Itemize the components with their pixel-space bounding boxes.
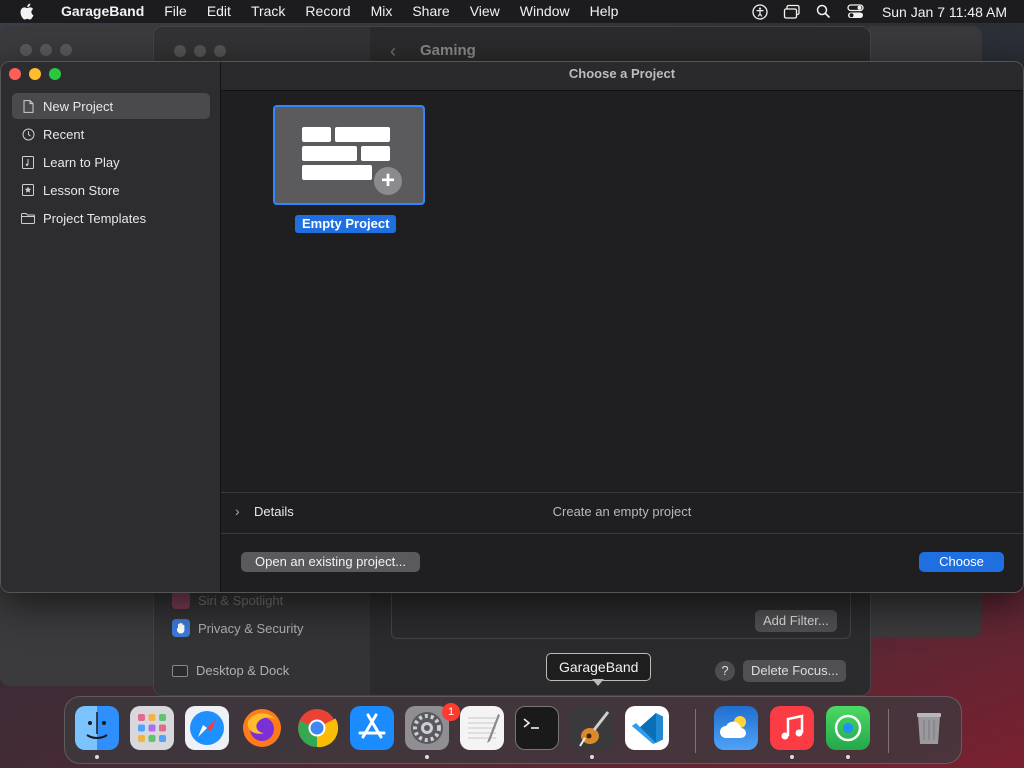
safari-icon[interactable]: [185, 706, 229, 750]
settings-item-privacy[interactable]: Privacy & Security: [172, 619, 303, 637]
sidebar-item-label: Recent: [43, 126, 85, 142]
traffic-light-maximize: [60, 44, 72, 56]
music-note-icon: [21, 155, 35, 169]
tile-graphic: [302, 146, 357, 161]
clock-icon: [21, 127, 35, 141]
siri-icon: [172, 591, 190, 609]
project-chooser-window: New Project Recent Learn to Play Lesson …: [0, 61, 1024, 593]
sidebar-item-label: Project Templates: [43, 210, 147, 226]
hand-icon: [172, 619, 190, 637]
empty-project-tile[interactable]: +: [273, 105, 425, 205]
menu-help[interactable]: Help: [580, 0, 629, 23]
help-button[interactable]: ?: [715, 661, 735, 681]
dock-tooltip: GarageBand: [546, 653, 652, 681]
settings-item-siri[interactable]: Siri & Spotlight: [172, 591, 283, 609]
window-title: Choose a Project: [221, 62, 1023, 91]
folder-icon: [21, 211, 35, 225]
garageband-icon[interactable]: [570, 706, 614, 750]
running-indicator: [846, 755, 850, 759]
sidebar-item-label: Lesson Store: [43, 182, 120, 198]
dock: 1: [64, 696, 962, 764]
running-indicator: [790, 755, 794, 759]
terminal-icon[interactable]: [515, 706, 559, 750]
settings-item-desktop-dock[interactable]: Desktop & Dock: [172, 663, 289, 678]
menu-mix[interactable]: Mix: [361, 0, 403, 23]
running-indicator: [590, 755, 594, 759]
traffic-light-close: [20, 44, 32, 56]
add-filter-button[interactable]: Add Filter...: [755, 610, 837, 632]
settings-item-label: Siri & Spotlight: [198, 592, 284, 608]
sidebar-item-label: New Project: [43, 98, 114, 114]
tile-graphic: [302, 165, 372, 180]
tooltip-arrow: [592, 679, 604, 686]
window-zoom-button[interactable]: [49, 68, 61, 80]
weather-icon[interactable]: [714, 706, 758, 750]
delete-focus-button[interactable]: Delete Focus...: [743, 660, 847, 682]
menu-file[interactable]: File: [154, 0, 197, 23]
settings-item-label: Privacy & Security: [198, 620, 304, 636]
finder-icon[interactable]: [75, 706, 119, 750]
document-icon: [21, 99, 35, 113]
app-store-icon[interactable]: [350, 706, 394, 750]
menu-edit[interactable]: Edit: [197, 0, 241, 23]
choose-button[interactable]: Choose: [919, 552, 1004, 572]
menu-track[interactable]: Track: [241, 0, 295, 23]
details-bar: › Details Create an empty project: [221, 492, 1023, 534]
menu-view[interactable]: View: [460, 0, 510, 23]
search-icon[interactable]: [815, 3, 833, 21]
open-existing-project-button[interactable]: Open an existing project...: [241, 552, 421, 572]
desktop-dock-icon: [172, 664, 188, 677]
traffic-light-minimize: [40, 44, 52, 56]
textedit-icon[interactable]: [460, 706, 504, 750]
empty-project-label[interactable]: Empty Project: [295, 215, 397, 233]
sidebar-item-label: Learn to Play: [43, 154, 120, 170]
trash-icon[interactable]: [907, 706, 951, 750]
star-icon: [21, 183, 35, 197]
firefox-icon[interactable]: [240, 706, 284, 750]
window-close-button[interactable]: [9, 68, 21, 80]
sidebar-item-new-project[interactable]: New Project: [12, 93, 210, 119]
sidebar-item-project-templates[interactable]: Project Templates: [12, 205, 210, 231]
sidebar-item-lesson-store[interactable]: Lesson Store: [12, 177, 210, 203]
music-icon[interactable]: [770, 706, 814, 750]
traffic-light-minimize: [194, 45, 206, 57]
menu-record[interactable]: Record: [295, 0, 360, 23]
menu-bar: GarageBand File Edit Track Record Mix Sh…: [0, 0, 1024, 23]
apple-menu-icon[interactable]: [17, 3, 35, 21]
running-indicator: [425, 755, 429, 759]
window-minimize-button[interactable]: [29, 68, 41, 80]
chrome-icon[interactable]: [295, 706, 339, 750]
find-my-icon[interactable]: [826, 706, 870, 750]
settings-page-title: Gaming: [420, 42, 476, 59]
accessibility-icon[interactable]: [751, 3, 769, 21]
tile-graphic: [302, 127, 331, 142]
sidebar-item-recent[interactable]: Recent: [12, 121, 210, 147]
menu-app-name[interactable]: GarageBand: [51, 0, 154, 23]
chooser-sidebar: New Project Recent Learn to Play Lesson …: [1, 62, 221, 592]
chooser-content: Choose a Project + Empty Project › Detai…: [221, 62, 1023, 592]
control-center-icon[interactable]: [847, 3, 865, 21]
dock-separator: [888, 709, 889, 753]
notification-badge: 1: [442, 703, 460, 721]
menubar-clock[interactable]: Sun Jan 7 11:48 AM: [882, 4, 1007, 20]
vscode-icon[interactable]: [625, 706, 669, 750]
plus-icon: +: [372, 165, 404, 197]
launchpad-icon[interactable]: [130, 706, 174, 750]
project-description: Create an empty project: [552, 504, 692, 519]
back-chevron-icon[interactable]: ‹: [390, 41, 396, 62]
traffic-light-maximize: [214, 45, 226, 57]
running-indicator: [95, 755, 99, 759]
settings-item-label: Desktop & Dock: [196, 663, 290, 678]
sidebar-item-learn-to-play[interactable]: Learn to Play: [12, 149, 210, 175]
tile-graphic: [335, 127, 390, 142]
menu-share[interactable]: Share: [402, 0, 459, 23]
tile-graphic: [361, 146, 390, 161]
dock-separator: [695, 709, 696, 753]
screen-mirroring-icon[interactable]: [783, 3, 801, 21]
menu-window[interactable]: Window: [510, 0, 580, 23]
traffic-light-close: [174, 45, 186, 57]
